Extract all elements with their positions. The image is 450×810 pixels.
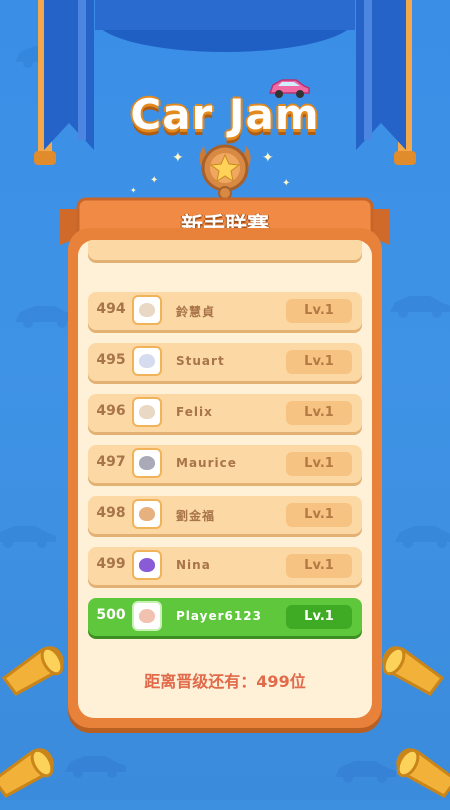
cat-avatar-icon <box>132 295 162 325</box>
level-badge: Lv.1 <box>286 503 352 527</box>
level-badge: Lv.1 <box>286 605 352 629</box>
sparkle-icon: ✦ <box>130 186 137 195</box>
avatar-face <box>139 354 155 368</box>
avatar-face <box>139 456 155 470</box>
pink-car-icon <box>268 79 310 98</box>
rank-number: 494 <box>96 301 126 317</box>
horn-icon <box>0 748 54 798</box>
rank-number: 500 <box>96 607 126 623</box>
leaderboard-row[interactable]: 498 劉金福 Lv.1 <box>88 496 362 534</box>
player-name: 劉金福 <box>176 509 216 523</box>
koala-avatar-icon <box>132 448 162 478</box>
horn-icon <box>382 646 445 696</box>
avatar-face <box>139 405 155 419</box>
purple-car-avatar-icon <box>132 550 162 580</box>
white-car-avatar-icon <box>132 346 162 376</box>
horn-icon <box>396 748 450 798</box>
level-badge: Lv.1 <box>286 401 352 425</box>
cat-avatar-icon <box>132 397 162 427</box>
avatar-face <box>139 507 155 521</box>
player-name: Stuart <box>176 354 225 368</box>
avatar-face <box>139 303 155 317</box>
car-silhouette-icon <box>395 526 450 548</box>
partial-row <box>88 240 362 260</box>
top-awning-strip <box>95 0 355 30</box>
sparkle-icon: ✦ <box>262 150 274 166</box>
player-name: 鈴慧貞 <box>176 305 216 319</box>
horn-icon <box>1 646 64 696</box>
rank-number: 498 <box>96 505 126 521</box>
rank-number: 499 <box>96 556 126 572</box>
car-silhouette-icon <box>65 756 126 778</box>
sparkle-icon: ✦ <box>172 150 184 166</box>
sparkle-icon: ✦ <box>150 175 159 186</box>
game-logo: Car Jam <box>130 90 320 139</box>
car-silhouette-icon <box>0 526 56 548</box>
level-badge: Lv.1 <box>286 452 352 476</box>
player-name: Maurice <box>176 456 237 470</box>
leaderboard-panel-inner: 494 鈴慧貞 Lv.1 495 Stuart Lv.1 496 Felix Lv.1 497 Ma… <box>78 240 372 718</box>
rabbit-avatar-icon <box>132 601 162 631</box>
leaderboard-row[interactable]: 499 Nina Lv.1 <box>88 547 362 585</box>
leaderboard-row[interactable]: 495 Stuart Lv.1 <box>88 343 362 381</box>
leaderboard-row[interactable]: 497 Maurice Lv.1 <box>88 445 362 483</box>
player-name: Nina <box>176 558 211 572</box>
level-badge: Lv.1 <box>286 554 352 578</box>
avatar-face <box>139 558 155 572</box>
avatar-face <box>139 609 155 623</box>
level-badge: Lv.1 <box>286 350 352 374</box>
car-silhouette-icon <box>390 296 450 318</box>
rank-number: 496 <box>96 403 126 419</box>
player-name: Player6123 <box>176 609 262 623</box>
leaderboard-row[interactable]: 496 Felix Lv.1 <box>88 394 362 432</box>
rank-number: 497 <box>96 454 126 470</box>
rank-number: 495 <box>96 352 126 368</box>
player-name: Felix <box>176 405 213 419</box>
leaderboard-row[interactable]: 494 鈴慧貞 Lv.1 <box>88 292 362 330</box>
level-badge: Lv.1 <box>286 299 352 323</box>
player-row[interactable]: 500 Player6123 Lv.1 <box>88 598 362 636</box>
fox-avatar-icon <box>132 499 162 529</box>
sparkle-icon: ✦ <box>282 178 291 189</box>
